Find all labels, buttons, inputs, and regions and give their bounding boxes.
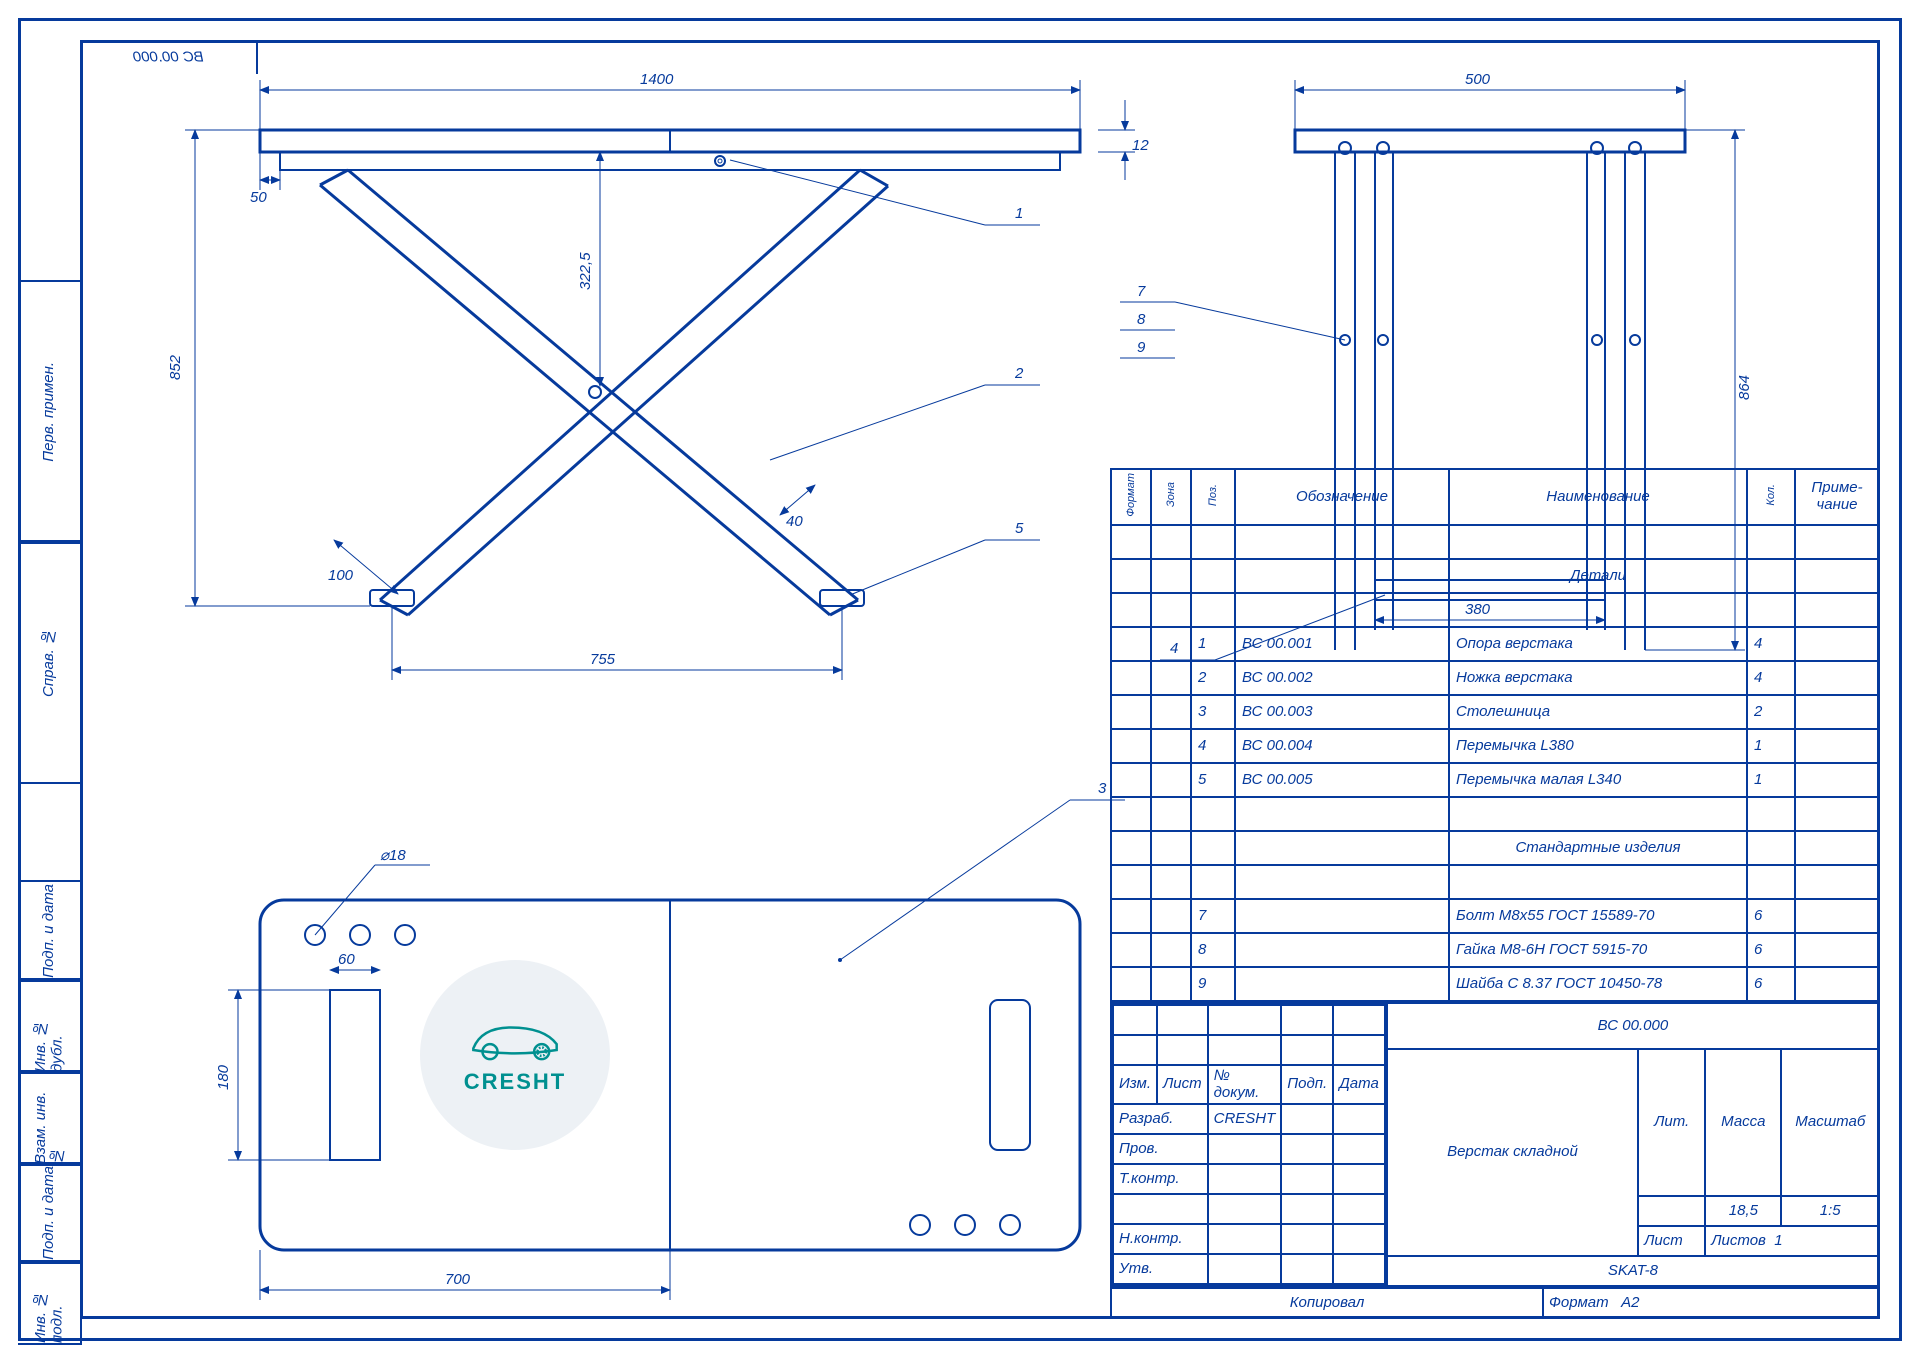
bom-section-parts: Детали	[1449, 559, 1747, 593]
side-tab-1: Перв. примен.	[18, 280, 82, 544]
drawing-title: Верстак складной	[1387, 1049, 1638, 1256]
bom-row: 7Болт М8х55 ГОСТ 15589-706	[1111, 899, 1879, 933]
side-tab-3: Подп. и дата	[18, 880, 82, 982]
bom-row: 5ВС 00.005Перемычка малая L3401	[1111, 763, 1879, 797]
logo: CRESHT	[420, 960, 610, 1150]
top-code-text: ВС 00.000	[133, 50, 204, 67]
drawing-sheet: ВС 00.000 Перв. примен. Справ. № Подп. и…	[0, 0, 1920, 1359]
title-card: Изм.Лист№ докум.Подп.Дата Разраб.CRESHT …	[1110, 1002, 1880, 1287]
bom-row: 9Шайба С 8.37 ГОСТ 10450-786	[1111, 967, 1879, 1001]
mass-value: 18,5	[1705, 1196, 1781, 1226]
bom-row: 2ВС 00.002Ножка верстака4	[1111, 661, 1879, 695]
logo-text: CRESHT	[464, 1069, 566, 1095]
side-tab-7: Инв. № подл.	[18, 1260, 82, 1345]
scale-value: 1:5	[1781, 1196, 1879, 1226]
bom-row: 1ВС 00.001Опора верстака4	[1111, 627, 1879, 661]
title-block: Формат Зона Поз. Обозначение Наименовани…	[1110, 468, 1880, 1319]
side-tab-5: Взам. инв. №	[18, 1070, 82, 1166]
side-tab-6: Подп. и дата	[18, 1162, 82, 1264]
bom-table: Формат Зона Поз. Обозначение Наименовани…	[1110, 468, 1880, 1002]
bom-row: 4ВС 00.004Перемычка L3801	[1111, 729, 1879, 763]
side-tab-4: Инв. № дубл.	[18, 978, 82, 1074]
bom-row: 8Гайка М8-6Н ГОСТ 5915-706	[1111, 933, 1879, 967]
top-code-tab: ВС 00.000	[80, 40, 258, 74]
side-tab-2: Справ. №	[18, 540, 82, 784]
drawing-code: ВС 00.000	[1387, 1003, 1879, 1049]
bom-row: 3ВС 00.003Столешница2	[1111, 695, 1879, 729]
bom-section-std: Стандартные изделия	[1449, 831, 1747, 865]
brand: SKAT-8	[1387, 1256, 1879, 1286]
